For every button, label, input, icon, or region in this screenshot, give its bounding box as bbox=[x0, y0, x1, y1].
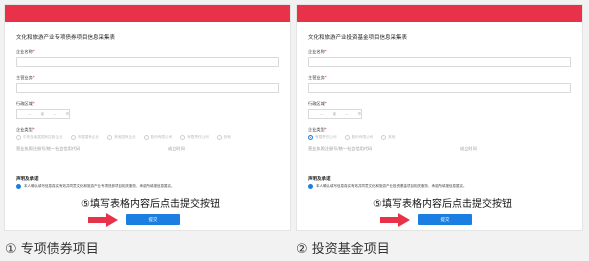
fund-form-panel: 文化和旅游产业投资基金项目信息采集表 企业名称* 主营业务* 行政区域* — 省 —… bbox=[296, 4, 583, 231]
main-business-label: 主营业务* bbox=[16, 75, 35, 80]
radio-icon bbox=[70, 135, 76, 140]
radio-selected-icon bbox=[308, 135, 313, 140]
bond-form-panel: 文化和旅游产业专项债券项目信息采集表 企业名称* 主营业务* 行政区域* — 省 —… bbox=[4, 4, 291, 231]
instruction-hint: ⑤填写表格内容后点击提交按钮 bbox=[81, 199, 220, 210]
credit-code-input[interactable] bbox=[16, 154, 279, 172]
company-type-options: 有限责任公司 股份有限公司 其他 bbox=[308, 135, 571, 140]
fund-form: 文化和旅游产业投资基金项目信息采集表 企业名称* 主营业务* 行政区域* — 省 —… bbox=[297, 33, 582, 189]
radio-icon bbox=[16, 135, 21, 140]
company-type-options: 中央及省属国有控股企业 市属国有企业 其他国有企业 股份有限公司 有限责任公司 … bbox=[16, 135, 279, 140]
credit-code-label: 营业执照注册号/统一社会信用代码 bbox=[16, 146, 81, 151]
declaration-checkbox[interactable]: 本人确认填写信息真实有效并同意文化和旅游产业专项债券项目相关服务，承诺所填报信息… bbox=[16, 184, 279, 189]
main-business-input[interactable] bbox=[16, 83, 279, 93]
submit-button[interactable]: 提交 bbox=[126, 214, 180, 225]
radio-icon bbox=[216, 135, 222, 140]
caption-fund: ② 投资基金项目 bbox=[296, 242, 390, 257]
radio-icon bbox=[143, 135, 149, 140]
company-type-option[interactable]: 有限责任公司 bbox=[180, 135, 209, 140]
company-type-option[interactable]: 市属国有企业 bbox=[70, 135, 99, 140]
declaration-checkbox[interactable]: 本人确认填写信息真实有效并同意文化和旅游产业投资基金项目相关服务，承诺所填报信息… bbox=[308, 184, 571, 189]
credit-code-input[interactable] bbox=[308, 154, 571, 172]
submit-button[interactable]: 提交 bbox=[418, 214, 472, 225]
region-selects: — 省 — 市 bbox=[308, 109, 571, 119]
province-select[interactable]: — 省 — 市 bbox=[16, 109, 70, 119]
company-name-label: 企业名称* bbox=[308, 49, 327, 54]
declaration-title: 声明及承诺 bbox=[308, 177, 331, 182]
caption-bond: ① 专项债券项目 bbox=[5, 242, 99, 257]
radio-icon bbox=[344, 135, 350, 140]
checkbox-checked-icon bbox=[16, 184, 21, 189]
stage: 文化和旅游产业专项债券项目信息采集表 企业名称* 主营业务* 行政区域* — 省 —… bbox=[0, 0, 589, 261]
company-type-option[interactable]: 其他 bbox=[381, 135, 395, 140]
region-label: 行政区域* bbox=[16, 101, 35, 106]
company-type-option[interactable]: 有限责任公司 bbox=[308, 135, 337, 140]
company-type-option[interactable]: 股份有限公司 bbox=[344, 135, 373, 140]
credit-established-row: 营业执照注册号/统一社会信用代码 成立时间 bbox=[308, 146, 571, 152]
red-arrow-icon bbox=[380, 213, 410, 227]
company-type-option[interactable]: 股份有限公司 bbox=[143, 135, 172, 140]
company-type-option[interactable]: 其他 bbox=[216, 135, 231, 140]
established-label: 成立时间 bbox=[460, 146, 477, 151]
form-title: 文化和旅游产业投资基金项目信息采集表 bbox=[308, 35, 408, 41]
province-select[interactable]: — 省 — 市 bbox=[308, 109, 362, 119]
established-label: 成立时间 bbox=[168, 146, 185, 151]
top-banner bbox=[297, 5, 582, 22]
radio-icon bbox=[107, 135, 113, 140]
region-selects: — 省 — 市 bbox=[16, 109, 279, 119]
declaration-block: 声明及承诺 本人确认填写信息真实有效并同意文化和旅游产业投资基金项目相关服务，承… bbox=[308, 176, 571, 189]
company-name-input[interactable] bbox=[308, 57, 571, 67]
credit-code-label: 营业执照注册号/统一社会信用代码 bbox=[308, 146, 373, 151]
main-business-input[interactable] bbox=[308, 83, 571, 93]
declaration-block: 声明及承诺 本人确认填写信息真实有效并同意文化和旅游产业专项债券项目相关服务，承… bbox=[16, 176, 279, 189]
region-label: 行政区域* bbox=[308, 101, 327, 106]
radio-icon bbox=[381, 135, 387, 140]
radio-icon bbox=[180, 135, 186, 140]
checkbox-checked-icon bbox=[308, 184, 313, 189]
company-name-label: 企业名称* bbox=[16, 49, 35, 54]
company-type-option[interactable]: 其他国有企业 bbox=[107, 135, 136, 140]
company-type-option[interactable]: 中央及省属国有控股企业 bbox=[16, 135, 63, 140]
main-business-label: 主营业务* bbox=[308, 75, 327, 80]
company-name-input[interactable] bbox=[16, 57, 279, 67]
form-title: 文化和旅游产业专项债券项目信息采集表 bbox=[16, 35, 116, 41]
company-type-label: 企业类型* bbox=[16, 127, 35, 132]
company-type-label: 企业类型* bbox=[308, 127, 327, 132]
top-banner bbox=[5, 5, 290, 22]
declaration-title: 声明及承诺 bbox=[16, 177, 39, 182]
credit-established-row: 营业执照注册号/统一社会信用代码 成立时间 bbox=[16, 146, 279, 152]
red-arrow-icon bbox=[88, 213, 118, 227]
instruction-hint: ⑤填写表格内容后点击提交按钮 bbox=[373, 199, 512, 210]
bond-form: 文化和旅游产业专项债券项目信息采集表 企业名称* 主营业务* 行政区域* — 省 —… bbox=[5, 33, 290, 189]
